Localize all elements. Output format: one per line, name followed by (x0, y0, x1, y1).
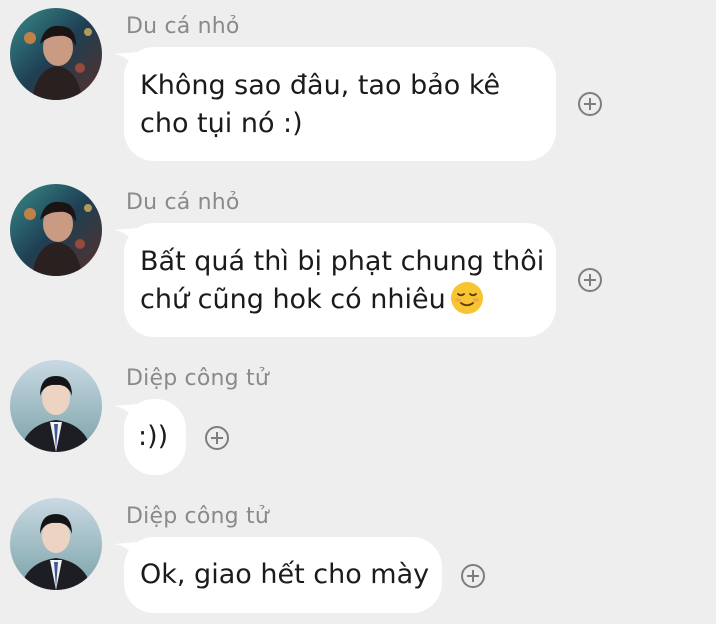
sender-avatar[interactable] (10, 184, 102, 276)
add-reaction-icon[interactable] (461, 564, 485, 588)
message-text: chứ cũng hok có nhiêu (140, 284, 446, 315)
message-bubble[interactable]: Không sao đâu, tao bảo kê cho tụi nó :) (124, 47, 556, 161)
message-text: Không sao đâu, tao bảo kê (140, 70, 501, 101)
sender-avatar[interactable] (10, 498, 102, 590)
relieved-face-emoji (450, 282, 483, 314)
add-reaction-icon[interactable] (578, 92, 602, 116)
sender-avatar[interactable] (10, 360, 102, 452)
sender-avatar[interactable] (10, 8, 102, 100)
sender-name: Du cá nhỏ (126, 190, 240, 215)
avatar-diep-cong-tu (10, 498, 102, 590)
chat-thread: Du cá nhỏ Không sao đâu, tao bảo kê cho … (0, 0, 716, 624)
message-bubble[interactable]: :)) (124, 399, 186, 475)
add-reaction-icon[interactable] (205, 426, 229, 450)
sender-name: Diệp công tử (126, 366, 269, 391)
sender-name: Diệp công tử (126, 504, 269, 529)
message-bubble[interactable]: Ok, giao hết cho mày (124, 537, 442, 613)
avatar-du-ca-nho (10, 184, 102, 276)
message-text: Ok, giao hết cho mày (140, 559, 430, 590)
message-bubble[interactable]: Bất quá thì bị phạt chung thôi chứ cũng … (124, 223, 556, 337)
avatar-diep-cong-tu (10, 360, 102, 452)
add-reaction-icon[interactable] (578, 268, 602, 292)
message-text: :)) (138, 421, 169, 452)
message-text: cho tụi nó :) (140, 108, 303, 139)
sender-name: Du cá nhỏ (126, 14, 240, 39)
avatar-du-ca-nho (10, 8, 102, 100)
message-text: Bất quá thì bị phạt chung thôi (140, 246, 545, 277)
